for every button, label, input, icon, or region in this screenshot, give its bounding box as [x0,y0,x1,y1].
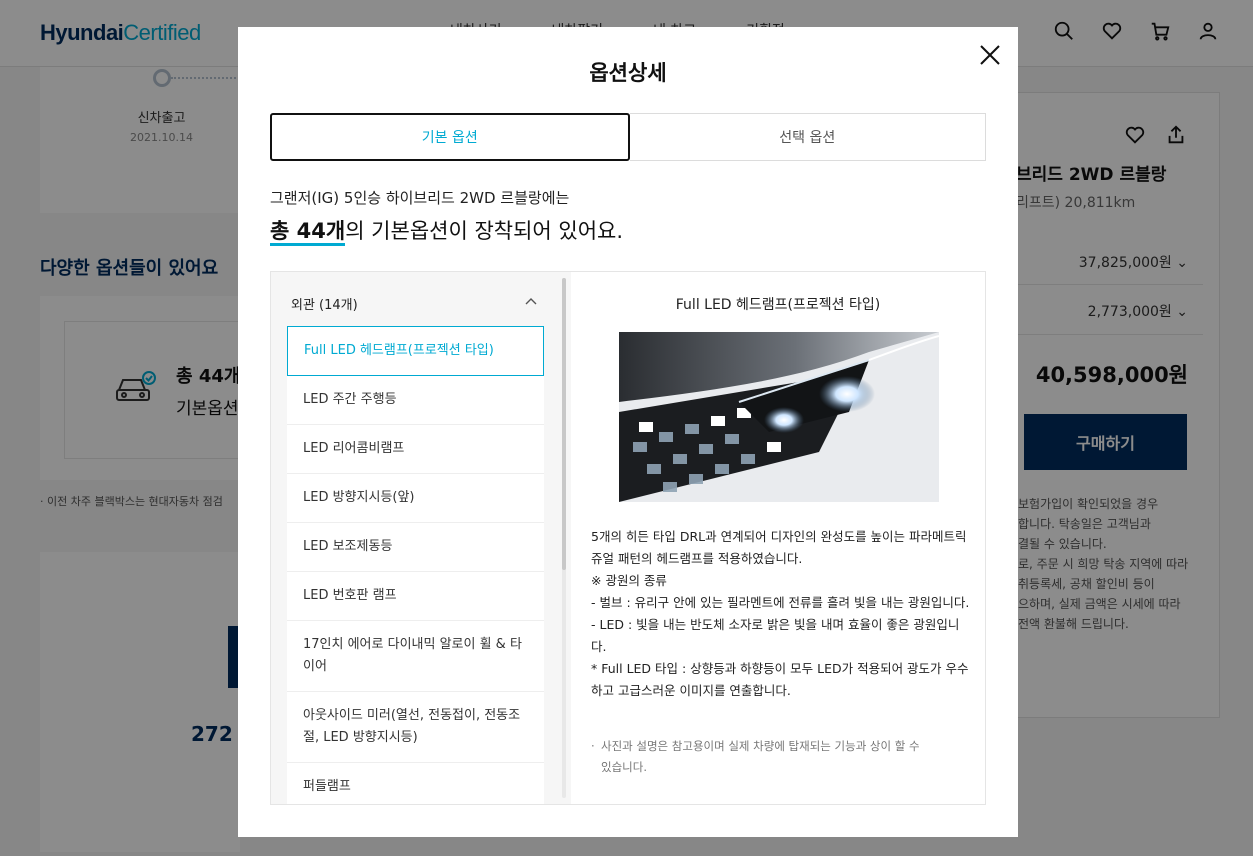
list-item[interactable]: LED 주간 주행등 [287,376,544,425]
option-list-column: 외관 (14개) Full LED 헤드램프(프로젝션 타입) LED 주간 주… [271,272,571,804]
option-detail-column: Full LED 헤드램프(프로젝션 타입) 5개의 히든 타입 DRL과 연계… [571,272,985,804]
list-item[interactable]: 퍼들램프 [287,763,544,804]
intro-line: 그랜저(IG) 5인승 하이브리드 2WD 르블랑에는 [270,189,570,207]
option-count-highlight: 총 44개 [270,219,346,246]
list-item[interactable]: 17인치 에어로 다이내믹 알로이 휠 & 타이어 [287,621,544,692]
tab-selected-options[interactable]: 선택 옵션 [629,113,986,161]
close-icon[interactable] [978,43,1002,67]
detail-description: 5개의 히든 타입 DRL과 연계되어 디자인의 완성도를 높이는 파라메트릭 … [591,529,970,698]
list-item[interactable]: LED 리어콤비램프 [287,425,544,474]
list-item[interactable]: LED 번호판 램프 [287,572,544,621]
list-scrollbar-thumb[interactable] [562,278,566,570]
option-detail-modal: 옵션상세 기본 옵션 선택 옵션 그랜저(IG) 5인승 하이브리드 2WD 르… [238,27,1018,837]
category-header[interactable]: 외관 (14개) [291,294,358,313]
option-tabs: 기본 옵션 선택 옵션 [270,113,986,161]
list-item[interactable]: LED 방향지시등(앞) [287,474,544,523]
option-panel: 외관 (14개) Full LED 헤드램프(프로젝션 타입) LED 주간 주… [270,271,986,805]
option-list: Full LED 헤드램프(프로젝션 타입) LED 주간 주행등 LED 리어… [287,326,544,804]
detail-title: Full LED 헤드램프(프로젝션 타입) [675,297,881,313]
modal-title: 옵션상세 [589,61,667,85]
headlamp-photo [619,332,939,502]
list-item[interactable]: 아웃사이드 미러(열선, 전동접이, 전동조절, LED 방향지시등) [287,692,544,763]
disclaimer-note: 사진과 설명은 참고용이며 실제 차량에 탑재되는 기능과 상이 할 수 있습니… [591,736,931,778]
intro-summary: 총 44개의 기본옵션이 장착되어 있어요. [270,215,623,246]
list-item[interactable]: Full LED 헤드램프(프로젝션 타입) [287,326,544,376]
chevron-up-icon[interactable] [525,296,537,308]
list-item[interactable]: LED 보조제동등 [287,523,544,572]
tab-basic-options[interactable]: 기본 옵션 [270,113,630,161]
